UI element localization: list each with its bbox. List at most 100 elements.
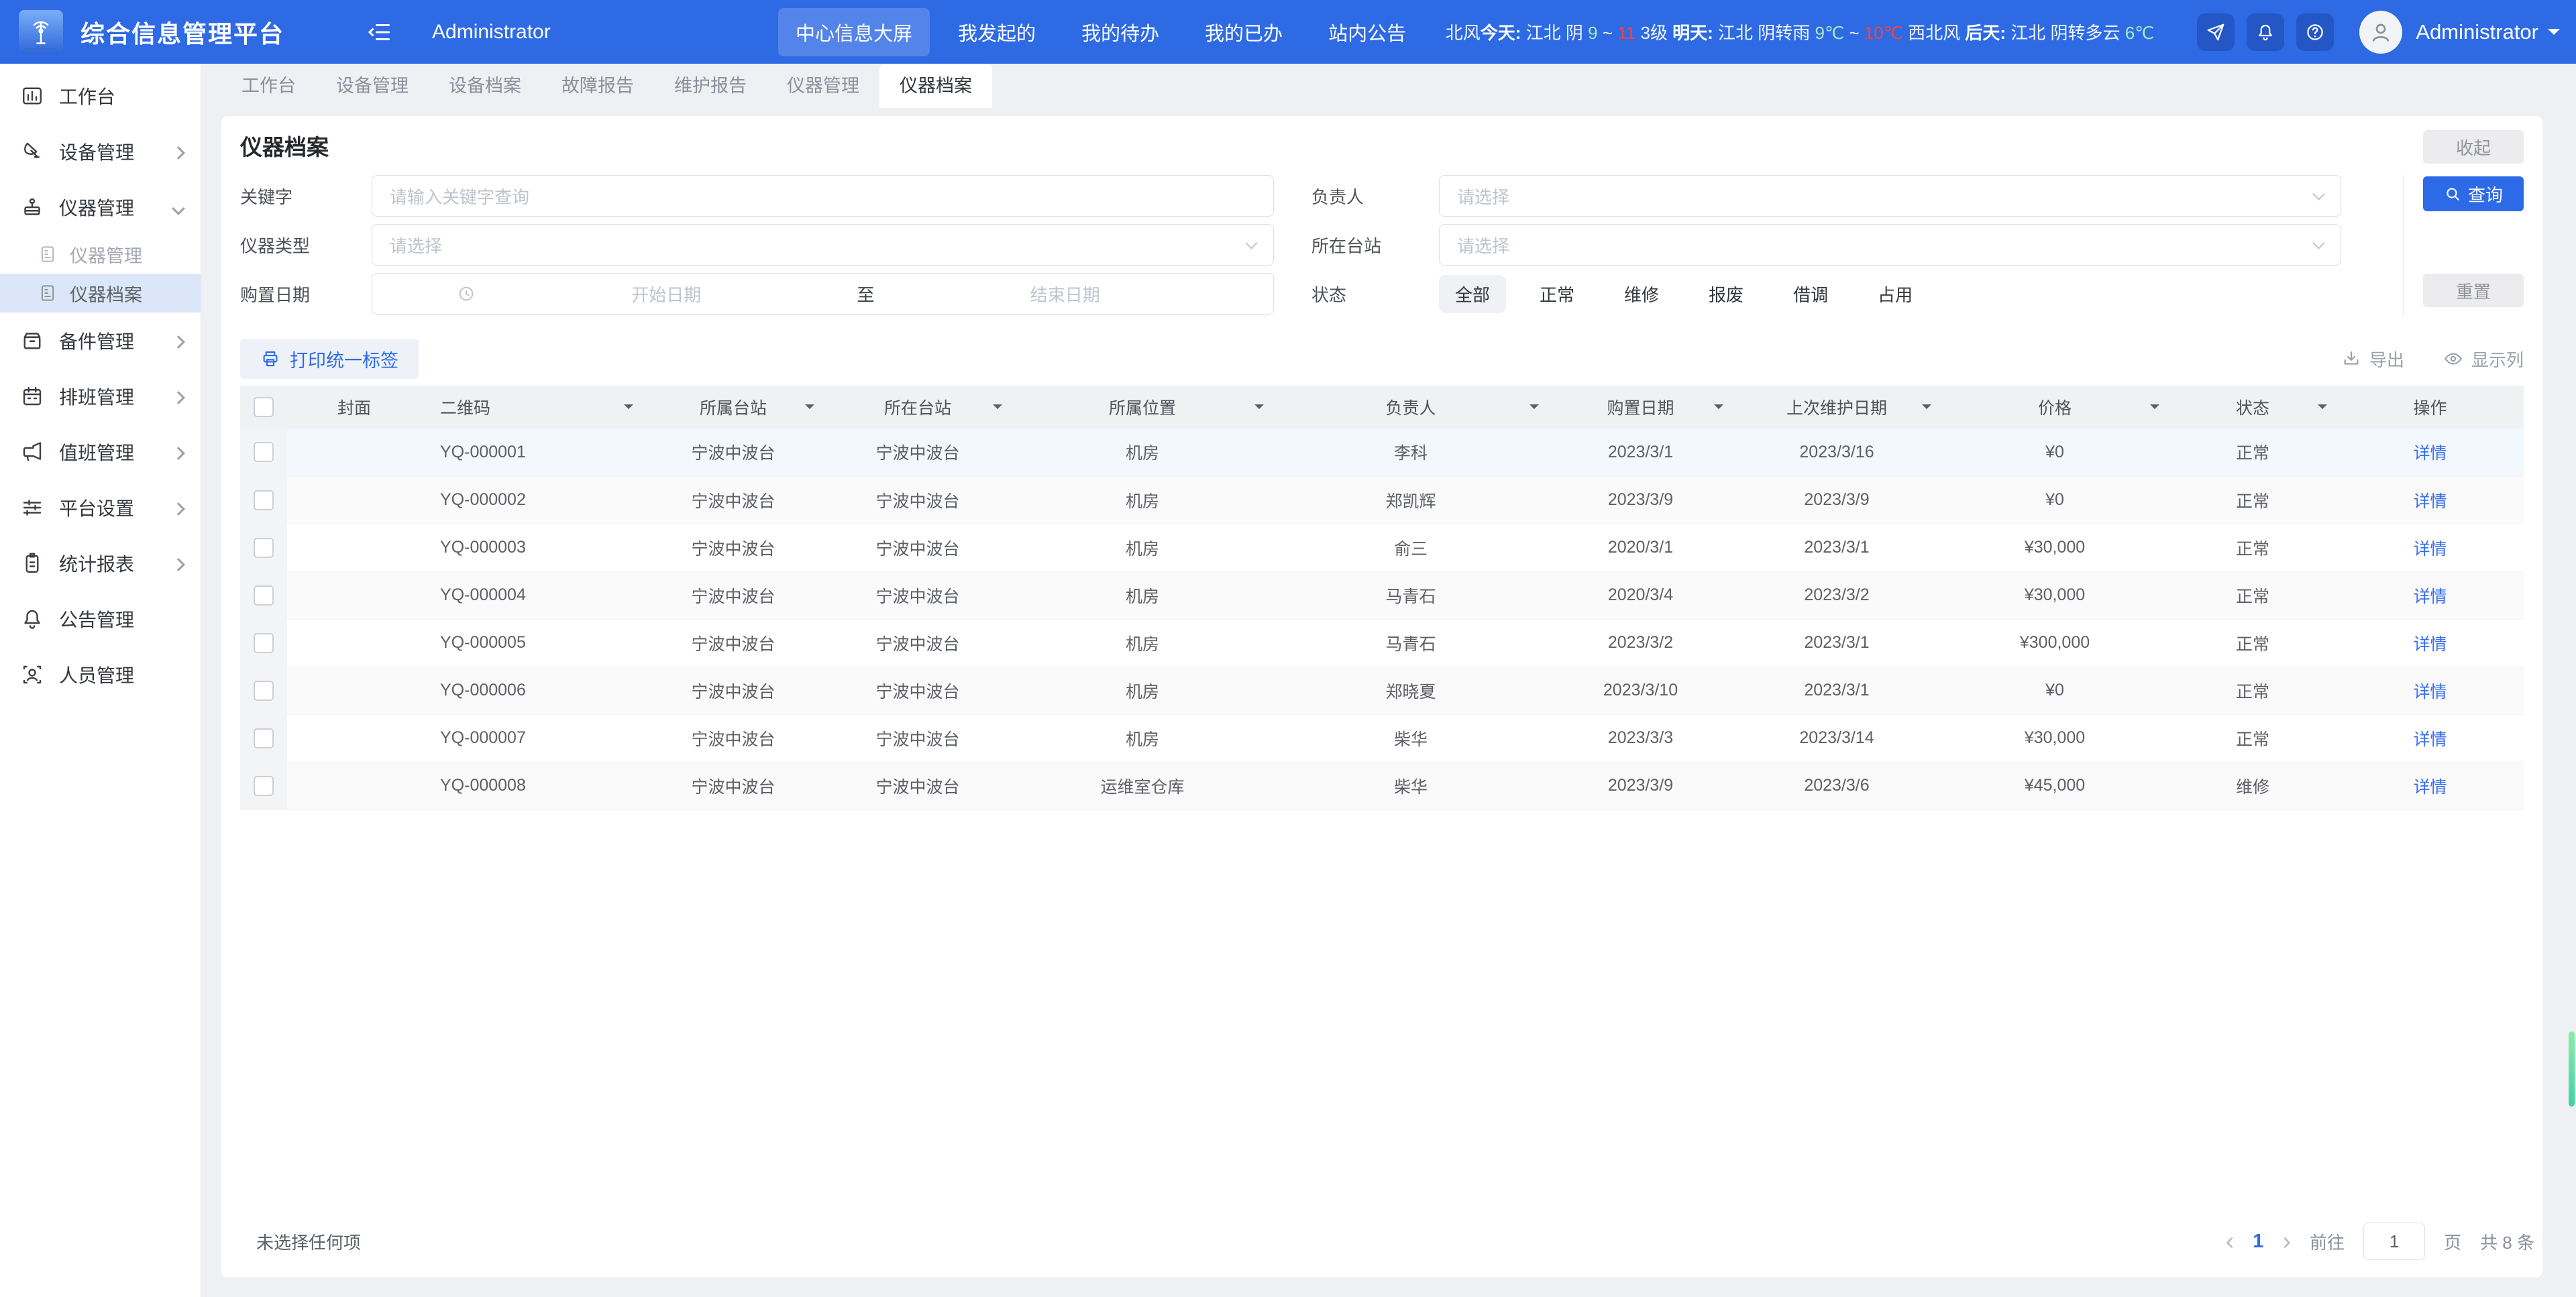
purchase_date-cell: 2023/3/1 bbox=[1548, 429, 1733, 476]
next-page-button[interactable]: › bbox=[2282, 1229, 2291, 1254]
station-cell: 宁波中波台 bbox=[643, 476, 824, 524]
detail-link[interactable]: 详情 bbox=[2413, 683, 2447, 701]
sort-caret-icon[interactable] bbox=[2150, 404, 2159, 414]
row-checkbox[interactable] bbox=[254, 490, 274, 510]
table-header-cell[interactable]: 所属位置 bbox=[1012, 386, 1273, 429]
top-menu-item[interactable]: 站内公告 bbox=[1311, 8, 1424, 56]
row-checkbox[interactable] bbox=[254, 633, 274, 653]
sort-caret-icon[interactable] bbox=[1254, 404, 1264, 414]
user-menu[interactable]: Administrator bbox=[2416, 20, 2560, 44]
date-start-input[interactable]: 开始日期 bbox=[476, 282, 857, 306]
table-header-cell[interactable]: 上次维护日期 bbox=[1733, 386, 1941, 429]
sidebar-item[interactable]: 备件管理 bbox=[0, 313, 201, 368]
page-number[interactable]: 1 bbox=[2253, 1231, 2263, 1253]
sort-caret-icon[interactable] bbox=[805, 404, 814, 414]
search-button[interactable]: 查询 bbox=[2423, 176, 2524, 211]
detail-link[interactable]: 详情 bbox=[2413, 635, 2447, 654]
station-select[interactable]: 请选择 bbox=[1439, 224, 2341, 266]
sidebar-subitem[interactable]: 仪器管理 bbox=[0, 235, 201, 274]
row-checkbox[interactable] bbox=[254, 585, 274, 606]
user-avatar[interactable] bbox=[2359, 11, 2402, 54]
export-button[interactable]: 导出 bbox=[2341, 347, 2404, 372]
qrcode-cell: YQ-000007 bbox=[421, 714, 643, 762]
collapse-filters-button[interactable]: 收起 bbox=[2423, 130, 2524, 164]
scrollbar-thumb[interactable] bbox=[2569, 1031, 2575, 1107]
select-all-checkbox[interactable] bbox=[254, 397, 274, 417]
detail-link[interactable]: 详情 bbox=[2413, 444, 2447, 463]
detail-link[interactable]: 详情 bbox=[2413, 492, 2447, 511]
tab-item[interactable]: 维护报告 bbox=[654, 64, 767, 108]
tab-item[interactable]: 仪器档案 bbox=[879, 64, 992, 108]
send-icon[interactable] bbox=[2197, 13, 2235, 51]
tab-item[interactable]: 设备管理 bbox=[316, 64, 429, 108]
sidebar-item[interactable]: 人员管理 bbox=[0, 646, 201, 702]
keyword-input[interactable]: 请输入关键字查询 bbox=[372, 175, 1274, 217]
sidebar-item[interactable]: 公告管理 bbox=[0, 591, 201, 646]
status-option[interactable]: 占用 bbox=[1862, 275, 1929, 313]
sidebar-item[interactable]: 统计报表 bbox=[0, 535, 201, 591]
table-header-cell[interactable]: 二维码 bbox=[421, 386, 643, 429]
sidebar-item[interactable]: 仪器管理 bbox=[0, 179, 201, 235]
sort-caret-icon[interactable] bbox=[1922, 404, 1931, 414]
select-all-header[interactable] bbox=[240, 386, 287, 429]
location_station-cell: 宁波中波台 bbox=[824, 667, 1012, 714]
tab-item[interactable]: 设备档案 bbox=[429, 64, 541, 108]
tab-item[interactable]: 故障报告 bbox=[541, 64, 654, 108]
detail-link[interactable]: 详情 bbox=[2413, 730, 2447, 749]
row-checkbox[interactable] bbox=[254, 538, 274, 558]
show-columns-button[interactable]: 显示列 bbox=[2443, 347, 2524, 372]
row-checkbox[interactable] bbox=[254, 776, 274, 796]
weather-segment: 9℃ bbox=[1815, 23, 1844, 43]
top-menu-item[interactable]: 我的已办 bbox=[1187, 8, 1300, 56]
owner-select[interactable]: 请选择 bbox=[1439, 175, 2341, 217]
sidebar-subitem[interactable]: 仪器档案 bbox=[0, 274, 201, 313]
bell-icon[interactable] bbox=[2247, 13, 2284, 51]
purchase-date-range[interactable]: 开始日期 至 结束日期 bbox=[372, 273, 1274, 315]
row-checkbox[interactable] bbox=[254, 728, 274, 748]
row-checkbox[interactable] bbox=[254, 442, 274, 462]
table-header-cell[interactable]: 所属台站 bbox=[643, 386, 824, 429]
sidebar-item[interactable]: 值班管理 bbox=[0, 424, 201, 480]
table-header-cell[interactable]: 购置日期 bbox=[1548, 386, 1733, 429]
detail-link[interactable]: 详情 bbox=[2413, 540, 2447, 559]
status-option[interactable]: 借调 bbox=[1777, 275, 1844, 313]
table-header-cell[interactable]: 价格 bbox=[1941, 386, 2169, 429]
position-cell: 机房 bbox=[1012, 571, 1273, 619]
goto-page-input[interactable]: 1 bbox=[2363, 1223, 2425, 1260]
tab-item[interactable]: 工作台 bbox=[221, 64, 316, 108]
status-option[interactable]: 维修 bbox=[1608, 275, 1675, 313]
sort-caret-icon[interactable] bbox=[2318, 404, 2327, 414]
tab-item[interactable]: 仪器管理 bbox=[767, 64, 879, 108]
reset-button[interactable]: 重置 bbox=[2423, 274, 2524, 307]
type-select[interactable]: 请选择 bbox=[372, 224, 1274, 266]
table-header-cell[interactable]: 状态 bbox=[2169, 386, 2337, 429]
top-menu-item[interactable]: 我发起的 bbox=[941, 8, 1053, 56]
sidebar-collapse-icon[interactable] bbox=[365, 17, 394, 47]
station-cell: 宁波中波台 bbox=[643, 619, 824, 667]
help-icon[interactable] bbox=[2296, 13, 2334, 51]
instruments-table: 封面二维码所属台站所在台站所属位置负责人购置日期上次维护日期价格状态操作 YQ-… bbox=[240, 386, 2524, 810]
prev-page-button[interactable]: ‹ bbox=[2226, 1229, 2235, 1254]
dashboard-icon bbox=[20, 84, 44, 108]
sidebar-item[interactable]: 设备管理 bbox=[0, 123, 201, 179]
table-header-cell[interactable]: 负责人 bbox=[1273, 386, 1548, 429]
sort-caret-icon[interactable] bbox=[624, 404, 633, 414]
status-option[interactable]: 报废 bbox=[1693, 275, 1760, 313]
sort-caret-icon[interactable] bbox=[1529, 404, 1539, 414]
detail-link[interactable]: 详情 bbox=[2413, 778, 2447, 797]
sort-caret-icon[interactable] bbox=[1714, 404, 1723, 414]
row-checkbox[interactable] bbox=[254, 681, 274, 701]
top-menu-item[interactable]: 中心信息大屏 bbox=[778, 8, 930, 56]
table-header-cell[interactable]: 所在台站 bbox=[824, 386, 1012, 429]
status-option[interactable]: 全部 bbox=[1439, 275, 1506, 313]
print-labels-button[interactable]: 打印统一标签 bbox=[240, 339, 419, 379]
sidebar-item[interactable]: 排班管理 bbox=[0, 368, 201, 424]
date-end-input[interactable]: 结束日期 bbox=[875, 282, 1256, 306]
satellite-icon bbox=[20, 139, 44, 164]
detail-link[interactable]: 详情 bbox=[2413, 587, 2447, 606]
status-option[interactable]: 正常 bbox=[1523, 275, 1591, 313]
top-menu-item[interactable]: 我的待办 bbox=[1064, 8, 1177, 56]
sidebar-item[interactable]: 工作台 bbox=[0, 68, 201, 123]
sidebar-item[interactable]: 平台设置 bbox=[0, 480, 201, 535]
sort-caret-icon[interactable] bbox=[993, 404, 1002, 414]
